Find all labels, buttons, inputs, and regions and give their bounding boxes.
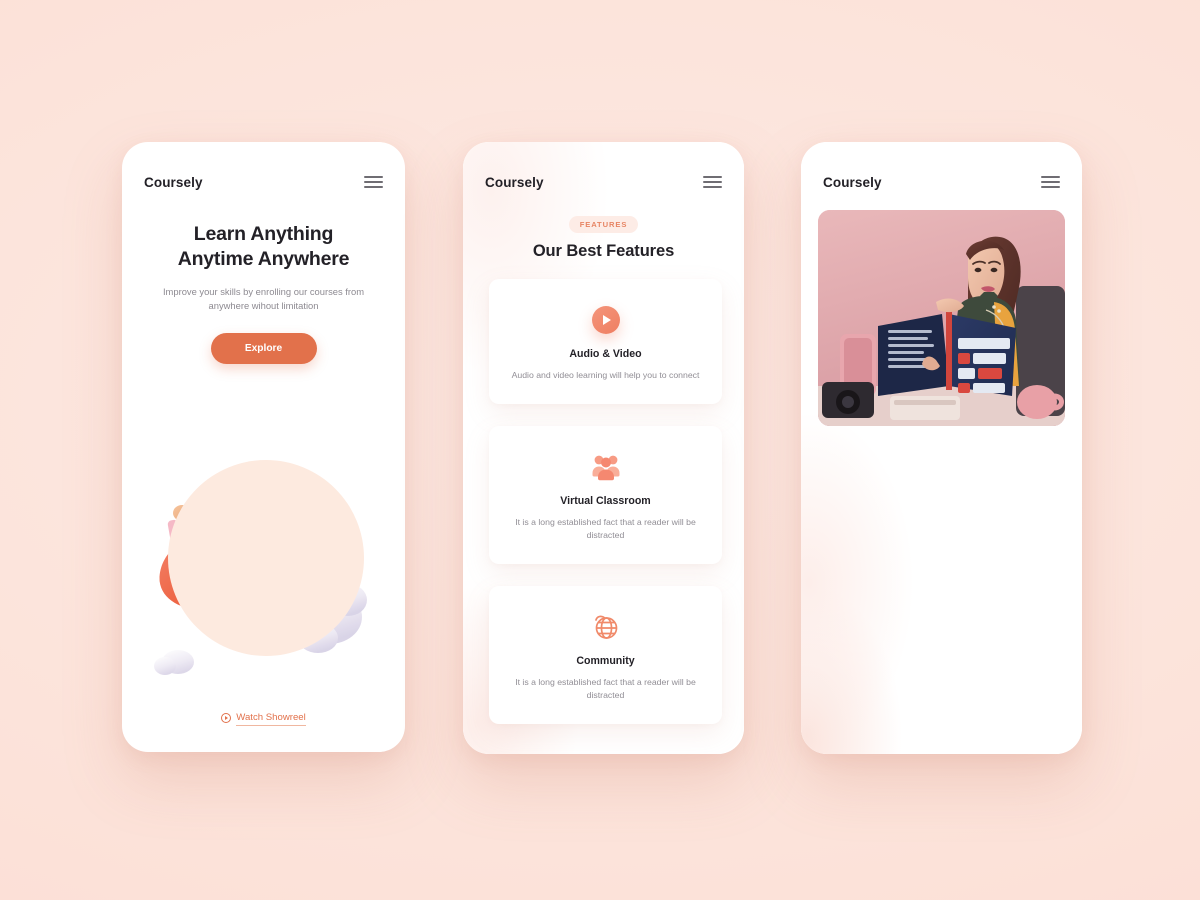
illustration-backdrop-circle bbox=[168, 460, 364, 656]
feature-card-virtual-classroom[interactable]: Virtual Classroom It is a long establish… bbox=[489, 426, 722, 564]
people-group-icon bbox=[509, 450, 702, 484]
feature-card-community[interactable]: Community It is a long established fact … bbox=[489, 586, 722, 724]
hero-title-line2: Anytime Anywhere bbox=[177, 248, 350, 270]
app-header: Coursely bbox=[801, 142, 1082, 198]
hamburger-icon[interactable] bbox=[703, 175, 722, 189]
feature-title: Virtual Classroom bbox=[560, 495, 651, 507]
features-badge: FEATURES bbox=[568, 216, 639, 233]
phone-screen-home: Coursely Learn Anything Anytime Anywhere… bbox=[122, 142, 405, 752]
phone-screen-features: Coursely FEATURES Our Best Features Audi… bbox=[463, 142, 744, 754]
feature-description: It is a long established fact that a rea… bbox=[515, 517, 696, 540]
hero-title-line1: Learn Anything bbox=[193, 223, 334, 245]
hamburger-icon[interactable] bbox=[1041, 175, 1060, 189]
course-photo-svg bbox=[818, 210, 1065, 426]
app-header: Coursely bbox=[122, 142, 405, 198]
play-circle-icon bbox=[221, 713, 232, 723]
watch-showreel-label: Watch Showreel bbox=[236, 712, 306, 726]
features-title: Our Best Features bbox=[532, 242, 675, 260]
hero-section: Learn Anything Anytime Anywhere Improve … bbox=[122, 198, 405, 364]
design-canvas: Coursely Learn Anything Anytime Anywhere… bbox=[0, 0, 1200, 900]
globe-icon bbox=[509, 610, 702, 644]
page-title: Learn Anything Anytime Anywhere bbox=[148, 222, 379, 272]
feature-description: Audio and video learning will help you t… bbox=[511, 370, 700, 380]
explore-button[interactable]: Explore bbox=[210, 333, 317, 364]
play-icon bbox=[509, 303, 702, 337]
hamburger-icon[interactable] bbox=[364, 175, 383, 189]
rocket-rider-illustration bbox=[122, 442, 405, 692]
feature-card-list: Audio & Video Audio and video learning w… bbox=[463, 261, 744, 724]
brand-logo: Coursely bbox=[144, 174, 203, 190]
watch-showreel-link[interactable]: Watch Showreel bbox=[122, 712, 405, 726]
woman-reading-book-photo bbox=[818, 210, 1065, 426]
feature-description: It is a long established fact that a rea… bbox=[515, 677, 696, 700]
hero-subtitle: Improve your skills by enrolling our cou… bbox=[162, 286, 365, 311]
feature-title: Audio & Video bbox=[569, 348, 642, 360]
features-header: FEATURES Our Best Features bbox=[463, 198, 744, 261]
feature-card-audio-video[interactable]: Audio & Video Audio and video learning w… bbox=[489, 279, 722, 404]
brand-logo: Coursely bbox=[823, 174, 882, 190]
phone-screen-course-detail: Coursely bbox=[801, 142, 1082, 754]
app-header: Coursely bbox=[463, 142, 744, 198]
feature-title: Community bbox=[576, 655, 635, 667]
brand-logo: Coursely bbox=[485, 174, 544, 190]
